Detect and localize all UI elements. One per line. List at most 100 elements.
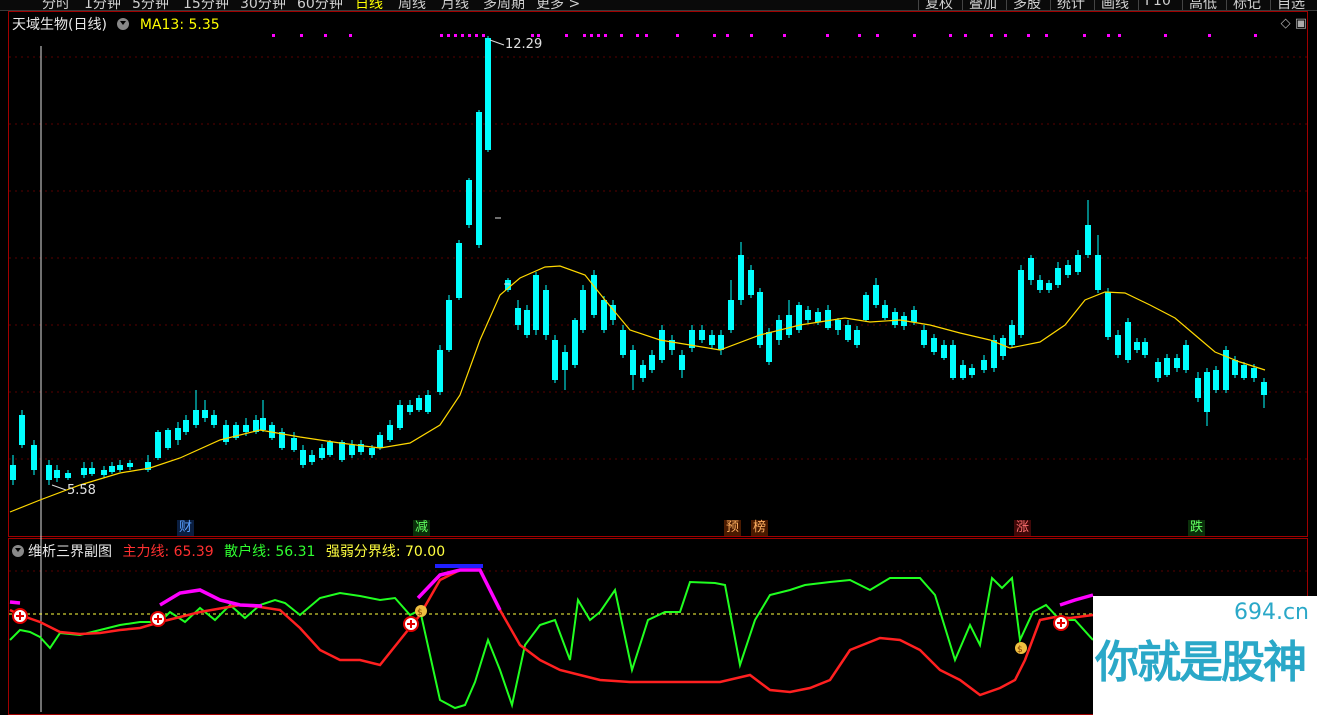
candle-body (543, 290, 549, 335)
candle-body (165, 430, 171, 448)
subchart-header: 维析三界副图 主力线: 65.39 散户线: 56.31 强弱分界线: 70.0… (12, 541, 445, 561)
candle-body (387, 425, 393, 440)
candle-body (969, 368, 975, 375)
candle-body (1046, 283, 1052, 290)
candle-body (873, 285, 879, 305)
candle-body (1085, 225, 1091, 255)
window-controls: ◇ ▣ (1281, 16, 1307, 31)
subchart-dropdown-icon[interactable] (12, 545, 24, 557)
candle-body (1065, 265, 1071, 275)
candle-body (319, 448, 325, 458)
candle-body (19, 415, 25, 445)
signal-dot (1045, 34, 1048, 37)
candle-body (1142, 342, 1148, 355)
signal-dot (636, 34, 639, 37)
candle-body (117, 465, 123, 470)
signal-dot (713, 34, 716, 37)
signal-dot (726, 34, 729, 37)
stock-title: 天域生物(日线) (12, 17, 107, 33)
signal-dot (461, 34, 464, 37)
candle-body (1241, 365, 1247, 378)
subchart-title: 维析三界副图 (28, 544, 112, 560)
watermark-logo: 694.cn 你就是股神 (1093, 596, 1317, 715)
event-limit-down[interactable]: 跌 (1188, 520, 1206, 536)
candle-body (397, 405, 403, 428)
candle-body (54, 470, 60, 478)
candle-body (815, 312, 821, 322)
candle-body (552, 340, 558, 380)
event-financial[interactable]: 财 (177, 520, 195, 536)
signal-dot (1027, 34, 1030, 37)
diamond-icon[interactable]: ◇ (1281, 16, 1291, 31)
signal-dot (913, 34, 916, 37)
candle-body (109, 466, 115, 472)
signal-dot (783, 34, 786, 37)
signal-markers (272, 34, 1257, 37)
candle-body (183, 420, 189, 432)
signal-dot (1164, 34, 1167, 37)
main-force-value: 主力线: 65.39 (122, 544, 214, 560)
event-limit-up[interactable]: 涨 (1014, 520, 1032, 536)
candle-body (193, 410, 199, 425)
event-reduce[interactable]: 减 (413, 520, 431, 536)
candle-body (437, 350, 443, 392)
signal-dot (1083, 34, 1086, 37)
candle-body (81, 468, 87, 475)
candle-body (601, 300, 607, 330)
signal-dot (565, 34, 568, 37)
signal-dot (475, 34, 478, 37)
signal-dot (324, 34, 327, 37)
candle-body (175, 428, 181, 440)
candle-body (981, 360, 987, 370)
signal-dot (620, 34, 623, 37)
candle-body (243, 425, 249, 432)
candle-body (1018, 270, 1024, 335)
candle-body (485, 38, 491, 150)
ma13-value: MA13: 5.35 (139, 17, 220, 33)
candle-body (260, 418, 266, 430)
signal-dot (300, 34, 303, 37)
signal-dot (349, 34, 352, 37)
candle-body (921, 330, 927, 345)
candle-body (202, 410, 208, 418)
candle-body (1125, 322, 1131, 360)
candle-body (738, 255, 744, 300)
candle-body (377, 435, 383, 448)
candle-body (46, 465, 52, 480)
candle-body (854, 330, 860, 345)
candle-body (155, 432, 161, 458)
candle-body (1095, 255, 1101, 290)
money-bag-icons: $ $ (415, 605, 1027, 655)
candle-body (825, 310, 831, 328)
signal-dot (447, 34, 450, 37)
candle-body (127, 463, 133, 467)
svg-text:$: $ (1017, 645, 1023, 655)
watermark-url: 694.cn (1233, 600, 1309, 625)
strong-zone-line-2 (159, 588, 263, 608)
candle-body (892, 312, 898, 325)
candle-body (1232, 360, 1238, 375)
candle-body (1213, 370, 1219, 390)
signal-dot (750, 34, 753, 37)
candle-body (748, 270, 754, 295)
candle-body (327, 442, 333, 455)
dropdown-icon[interactable] (117, 18, 130, 30)
signal-dot (272, 34, 275, 37)
ma13-line (9, 265, 1266, 513)
threshold-value: 强弱分界线: 70.00 (325, 544, 446, 560)
event-forecast[interactable]: 预 (724, 520, 742, 536)
candle-body (1037, 280, 1043, 290)
signal-dot (676, 34, 679, 37)
candle-body (562, 352, 568, 370)
candle-body (416, 398, 422, 410)
candle-body (835, 320, 841, 330)
candle-body (31, 445, 37, 470)
signal-dot (590, 34, 593, 37)
candle-body (1055, 268, 1061, 285)
candle-body (659, 330, 665, 360)
maximize-icon[interactable]: ▣ (1295, 16, 1307, 31)
event-rank[interactable]: 榜 (751, 520, 769, 536)
candle-body (89, 468, 95, 474)
candle-body (1251, 368, 1257, 378)
signal-dot (876, 34, 879, 37)
